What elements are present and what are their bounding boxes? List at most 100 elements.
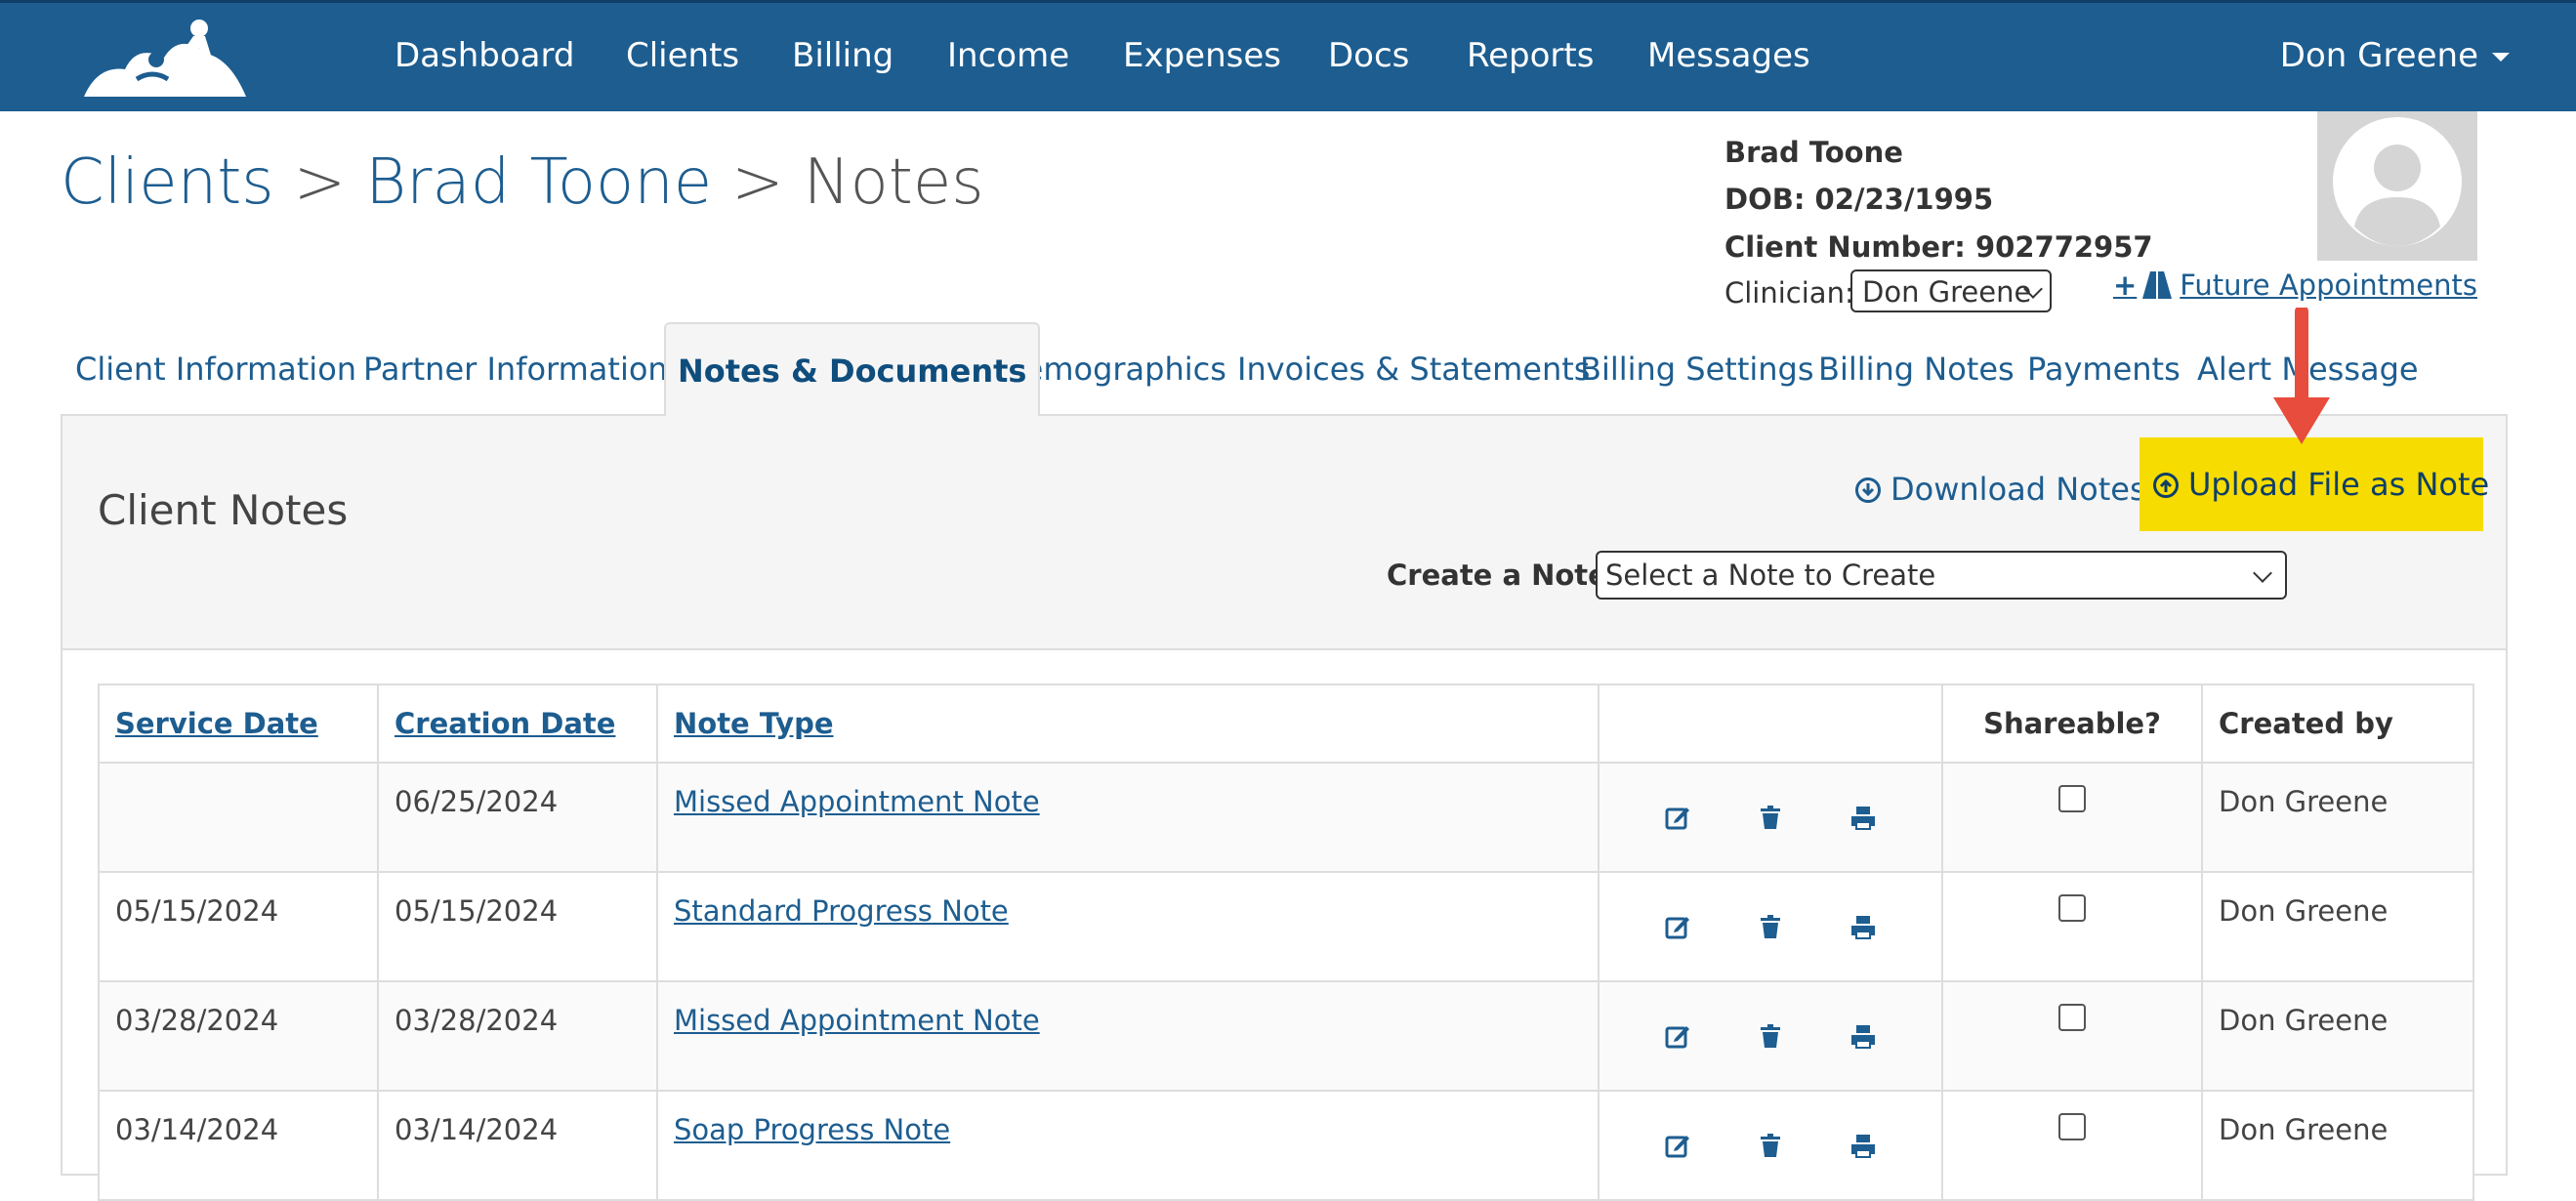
user-avatar-icon bbox=[2333, 117, 2462, 246]
creation-date-cell: 05/15/2024 bbox=[377, 871, 658, 982]
breadcrumb-current: Notes bbox=[803, 146, 984, 219]
created-by-cell: Don Greene bbox=[2201, 871, 2474, 982]
user-name: Don Greene bbox=[2279, 36, 2478, 75]
note-type-link[interactable]: Standard Progress Note bbox=[674, 894, 1009, 928]
created-by-cell: Don Greene bbox=[2201, 980, 2474, 1092]
note-type-cell: Standard Progress Note bbox=[656, 871, 1600, 982]
shareable-cell bbox=[1941, 980, 2203, 1092]
trash-icon[interactable] bbox=[1758, 1023, 1783, 1049]
road-icon bbox=[2142, 271, 2173, 299]
actions-cell bbox=[1598, 1090, 1943, 1201]
tab-client-information[interactable]: Client Information bbox=[75, 322, 356, 416]
nav-expenses[interactable]: Expenses bbox=[1123, 36, 1281, 75]
header-shareable: Shareable? bbox=[1941, 683, 2203, 764]
header-created-by: Created by bbox=[2201, 683, 2474, 764]
tab-billing-settings[interactable]: Billing Settings bbox=[1580, 322, 1814, 416]
print-icon[interactable] bbox=[1850, 1023, 1876, 1049]
edit-icon[interactable] bbox=[1665, 1133, 1690, 1158]
note-type-cell: Missed Appointment Note bbox=[656, 980, 1600, 1092]
service-date-cell: 03/14/2024 bbox=[98, 1090, 379, 1201]
client-dob: DOB: 02/23/1995 bbox=[1724, 183, 1994, 216]
caret-down-icon bbox=[2492, 53, 2510, 62]
creation-date-cell: 03/14/2024 bbox=[377, 1090, 658, 1201]
edit-icon[interactable] bbox=[1665, 1023, 1690, 1049]
actions-cell bbox=[1598, 980, 1943, 1092]
user-menu[interactable]: Don Greene bbox=[2280, 36, 2510, 75]
actions-cell bbox=[1598, 871, 1943, 982]
shareable-cell bbox=[1941, 871, 2203, 982]
tab-partner-information[interactable]: Partner Information bbox=[363, 322, 668, 416]
breadcrumb: Clients > Brad Toone > Notes bbox=[61, 146, 984, 219]
note-type-link[interactable]: Soap Progress Note bbox=[674, 1113, 950, 1146]
table-row: 05/15/2024 05/15/2024 Standard Progress … bbox=[98, 871, 2474, 982]
tab-payments[interactable]: Payments bbox=[2027, 322, 2181, 416]
create-note-label: Create a Note: bbox=[1387, 559, 1619, 592]
nav-billing[interactable]: Billing bbox=[792, 36, 893, 75]
creation-date-cell: 03/28/2024 bbox=[377, 980, 658, 1092]
edit-icon[interactable] bbox=[1665, 914, 1690, 939]
note-type-link[interactable]: Missed Appointment Note bbox=[674, 1004, 1040, 1037]
upload-file-label: Upload File as Note bbox=[2188, 466, 2490, 503]
table-header-row: Service Date Creation Date Note Type Sha… bbox=[98, 683, 2474, 764]
nav-docs[interactable]: Docs bbox=[1328, 36, 1409, 75]
create-note-placeholder: Select a Note to Create bbox=[1605, 559, 1936, 592]
nav-income[interactable]: Income bbox=[947, 36, 1069, 75]
trash-icon[interactable] bbox=[1758, 1133, 1783, 1158]
upload-circle-icon bbox=[2153, 473, 2179, 498]
shareable-checkbox[interactable] bbox=[2058, 785, 2086, 812]
annotation-arrow-icon bbox=[2273, 308, 2330, 444]
tab-billing-notes[interactable]: Billing Notes bbox=[1818, 322, 2015, 416]
shareable-checkbox[interactable] bbox=[2058, 1113, 2086, 1140]
future-appointments-link[interactable]: + Future Appointments bbox=[2113, 269, 2477, 302]
shareable-checkbox[interactable] bbox=[2058, 894, 2086, 922]
nav-clients[interactable]: Clients bbox=[626, 36, 739, 75]
trash-icon[interactable] bbox=[1758, 805, 1783, 830]
edit-icon[interactable] bbox=[1665, 805, 1690, 830]
download-notes-label: Download Notes bbox=[1890, 471, 2146, 508]
chevron-down-icon bbox=[2253, 563, 2272, 583]
client-name: Brad Toone bbox=[1724, 136, 1903, 169]
service-date-cell: 05/15/2024 bbox=[98, 871, 379, 982]
client-number: Client Number: 902772957 bbox=[1724, 230, 2153, 264]
header-note-type[interactable]: Note Type bbox=[656, 683, 1600, 764]
created-by-cell: Don Greene bbox=[2201, 1090, 2474, 1201]
tab-notes-documents[interactable]: Notes & Documents bbox=[664, 322, 1041, 416]
service-date-cell: 03/28/2024 bbox=[98, 980, 379, 1092]
breadcrumb-separator: > bbox=[731, 146, 784, 219]
shareable-checkbox[interactable] bbox=[2058, 1004, 2086, 1031]
logo-icon[interactable] bbox=[78, 15, 254, 101]
table-row: 03/28/2024 03/28/2024 Missed Appointment… bbox=[98, 980, 2474, 1092]
breadcrumb-separator: > bbox=[293, 146, 347, 219]
trash-icon[interactable] bbox=[1758, 914, 1783, 939]
clinician-select[interactable]: Don Greene bbox=[1850, 269, 2052, 312]
header-creation-date[interactable]: Creation Date bbox=[377, 683, 658, 764]
nav-reports[interactable]: Reports bbox=[1467, 36, 1594, 75]
note-type-link[interactable]: Missed Appointment Note bbox=[674, 785, 1040, 818]
table-row: 06/25/2024 Missed Appointment Note Don G… bbox=[98, 762, 2474, 873]
table-row: 03/14/2024 03/14/2024 Soap Progress Note… bbox=[98, 1090, 2474, 1201]
service-date-cell bbox=[98, 762, 379, 873]
shareable-cell bbox=[1941, 1090, 2203, 1201]
top-navbar: Dashboard Clients Billing Income Expense… bbox=[0, 0, 2576, 111]
shareable-cell bbox=[1941, 762, 2203, 873]
breadcrumb-client[interactable]: Brad Toone bbox=[365, 146, 712, 219]
notes-panel: Client Notes Download Notes Upload File … bbox=[61, 414, 2508, 1201]
tab-invoices-statements[interactable]: Invoices & Statements bbox=[1237, 322, 1590, 416]
print-icon[interactable] bbox=[1850, 805, 1876, 830]
plus-label: + bbox=[2112, 269, 2138, 302]
nav-dashboard[interactable]: Dashboard bbox=[395, 36, 574, 75]
print-icon[interactable] bbox=[1850, 1133, 1876, 1158]
clinician-value: Don Greene bbox=[1862, 275, 2032, 309]
breadcrumb-clients[interactable]: Clients bbox=[61, 146, 274, 219]
clinician-label: Clinician: bbox=[1724, 276, 1854, 310]
notes-table: Service Date Creation Date Note Type Sha… bbox=[98, 683, 2474, 1201]
download-notes-button[interactable]: Download Notes bbox=[1855, 471, 2146, 508]
print-icon[interactable] bbox=[1850, 914, 1876, 939]
create-note-select[interactable]: Select a Note to Create bbox=[1596, 551, 2287, 600]
download-circle-icon bbox=[1855, 477, 1881, 503]
actions-cell bbox=[1598, 762, 1943, 873]
nav-messages[interactable]: Messages bbox=[1647, 36, 1810, 75]
header-actions bbox=[1598, 683, 1943, 764]
header-service-date[interactable]: Service Date bbox=[98, 683, 379, 764]
panel-title: Client Notes bbox=[98, 486, 349, 534]
